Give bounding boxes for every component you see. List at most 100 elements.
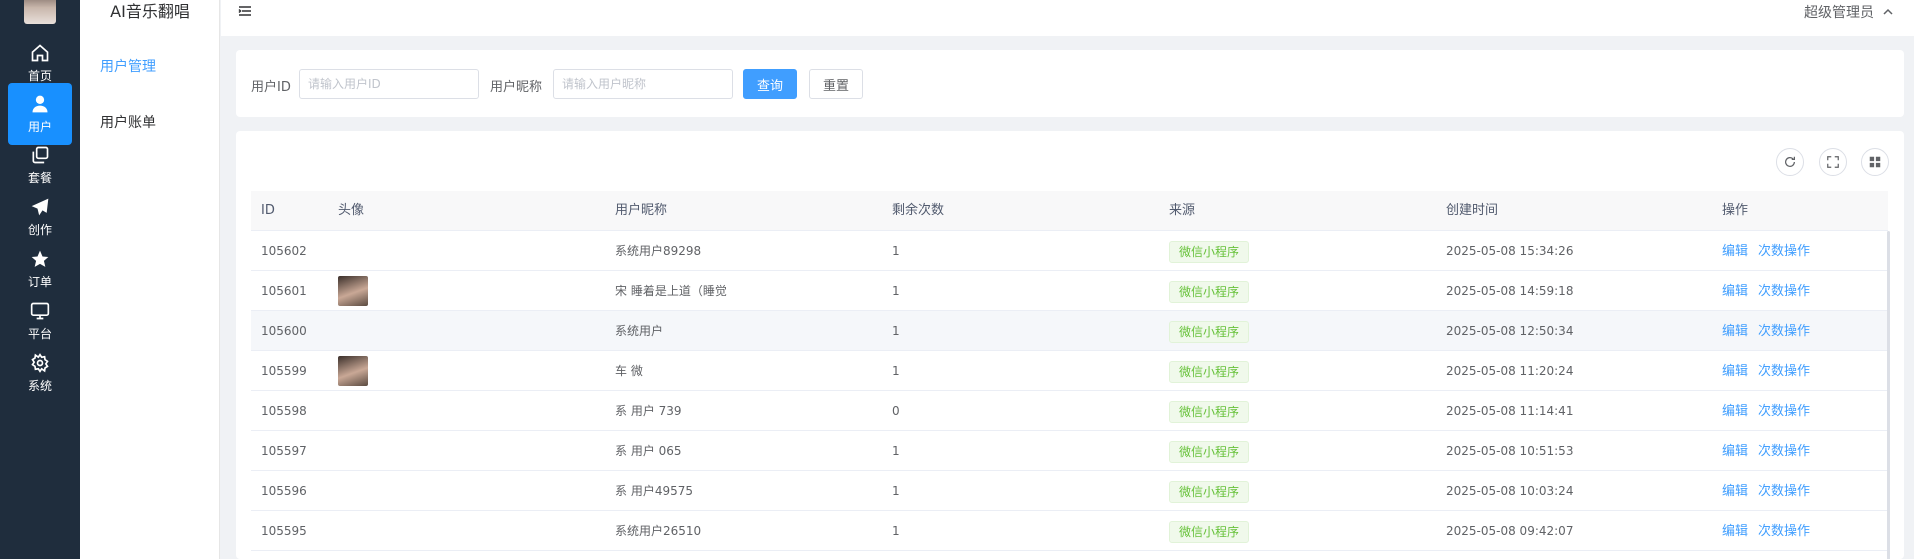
table-row[interactable]: 105602 系统用户89298 1 微信小程序 2025-05-08 15:34:26… bbox=[251, 231, 1888, 271]
grid-icon bbox=[1869, 156, 1881, 168]
edit-link[interactable]: 编辑 bbox=[1722, 364, 1748, 379]
edit-link[interactable]: 编辑 bbox=[1722, 444, 1748, 459]
table-row[interactable]: 105598 系 用户 739 0 微信小程序 2025-05-08 11:14:41 编… bbox=[251, 391, 1888, 431]
cell-count: 1 bbox=[892, 524, 900, 538]
table-row[interactable]: 105601 宋 睡着是上道（睡觉 1 微信小程序 2025-05-08 14:59:1… bbox=[251, 271, 1888, 311]
source-tag: 微信小程序 bbox=[1169, 320, 1250, 343]
source-tag: 微信小程序 bbox=[1169, 360, 1250, 383]
submenu-item-user-bills[interactable]: 用户账单 bbox=[100, 112, 156, 132]
rail-item-label: 套餐 bbox=[27, 170, 52, 185]
refresh-button[interactable] bbox=[1776, 148, 1804, 176]
user-id-input[interactable] bbox=[299, 69, 479, 99]
cell-nickname: 系统用户26510 bbox=[615, 524, 702, 538]
count-operation-link[interactable]: 次数操作 bbox=[1758, 524, 1810, 539]
cell-source: 微信小程序 bbox=[1169, 431, 1250, 471]
source-tag: 微信小程序 bbox=[1169, 400, 1250, 423]
search-form: 用户ID 用户昵称 查询 重置 bbox=[236, 50, 1904, 117]
count-operation-link[interactable]: 次数操作 bbox=[1758, 444, 1810, 459]
edit-link[interactable]: 编辑 bbox=[1722, 324, 1748, 339]
table-row[interactable]: 105600 系统用户 1 微信小程序 2025-05-08 12:50:34 编辑 次数操… bbox=[251, 311, 1888, 351]
rail-item-label: 首页 bbox=[27, 68, 52, 83]
cell-id: 105601 bbox=[261, 284, 307, 298]
edit-link[interactable]: 编辑 bbox=[1722, 284, 1748, 299]
cell-created-time: 2025-05-08 10:51:53 bbox=[1446, 444, 1574, 458]
edit-link[interactable]: 编辑 bbox=[1722, 244, 1748, 259]
columns-button[interactable] bbox=[1861, 148, 1889, 176]
app-title: AI音乐翻唱 bbox=[110, 2, 190, 21]
column-header: 剩余次数 bbox=[892, 203, 945, 218]
column-header: 用户昵称 bbox=[615, 203, 668, 218]
count-operation-link[interactable]: 次数操作 bbox=[1758, 364, 1810, 379]
cell-count: 1 bbox=[892, 484, 900, 498]
table-row[interactable]: 105595 系统用户26510 1 微信小程序 2025-05-08 09:42:07… bbox=[251, 511, 1888, 551]
nickname-label: 用户昵称 bbox=[490, 80, 543, 95]
edit-link[interactable]: 编辑 bbox=[1722, 404, 1748, 419]
user-table: ID 头像 用户昵称 剩余次数 来源 创建时间 操作 105602 系统用户892… bbox=[251, 191, 1888, 551]
cell-source: 微信小程序 bbox=[1169, 311, 1250, 351]
count-operation-link[interactable]: 次数操作 bbox=[1758, 484, 1810, 499]
count-operation-link[interactable]: 次数操作 bbox=[1758, 244, 1810, 259]
cell-id: 105599 bbox=[261, 364, 307, 378]
nickname-input[interactable] bbox=[553, 69, 733, 99]
cell-id: 105596 bbox=[261, 484, 307, 498]
user-avatar bbox=[338, 356, 368, 386]
user-avatar bbox=[338, 276, 368, 306]
cell-source: 微信小程序 bbox=[1169, 351, 1250, 391]
cell-nickname: 系统用户 bbox=[615, 324, 664, 338]
column-header: 头像 bbox=[338, 203, 365, 218]
rail-item-label: 创作 bbox=[27, 222, 52, 237]
menu-fold-icon[interactable] bbox=[237, 2, 253, 20]
cell-count: 1 bbox=[892, 444, 900, 458]
user-icon bbox=[32, 95, 48, 112]
cell-nickname: 宋 睡着是上道（睡觉 bbox=[615, 284, 727, 298]
source-tag: 微信小程序 bbox=[1169, 280, 1250, 303]
top-bar: 超级管理员 bbox=[221, 0, 1914, 36]
vertical-scrollbar[interactable] bbox=[1887, 231, 1890, 559]
reset-button[interactable]: 重置 bbox=[809, 69, 863, 99]
cell-created-time: 2025-05-08 09:42:07 bbox=[1446, 524, 1574, 538]
column-header: 操作 bbox=[1722, 203, 1749, 218]
source-tag: 微信小程序 bbox=[1169, 520, 1250, 543]
cell-count: 1 bbox=[892, 324, 900, 338]
submenu-item-user-management[interactable]: 用户管理 bbox=[100, 56, 156, 76]
cell-id: 105602 bbox=[261, 244, 307, 258]
avatar[interactable] bbox=[24, 0, 56, 24]
query-button[interactable]: 查询 bbox=[743, 69, 797, 99]
column-header: 来源 bbox=[1169, 203, 1196, 218]
cell-created-time: 2025-05-08 14:59:18 bbox=[1446, 284, 1574, 298]
cell-actions: 编辑 次数操作 bbox=[1722, 391, 1820, 431]
table-card: ID 头像 用户昵称 剩余次数 来源 创建时间 操作 105602 系统用户892… bbox=[236, 131, 1904, 559]
username: 超级管理员 bbox=[1804, 5, 1874, 21]
cell-actions: 编辑 次数操作 bbox=[1722, 271, 1820, 311]
cell-source: 微信小程序 bbox=[1169, 271, 1250, 311]
cell-actions: 编辑 次数操作 bbox=[1722, 511, 1820, 551]
count-operation-link[interactable]: 次数操作 bbox=[1758, 324, 1810, 339]
count-operation-link[interactable]: 次数操作 bbox=[1758, 284, 1810, 299]
edit-link[interactable]: 编辑 bbox=[1722, 484, 1748, 499]
cell-created-time: 2025-05-08 15:34:26 bbox=[1446, 244, 1574, 258]
source-tag: 微信小程序 bbox=[1169, 480, 1250, 503]
table-row[interactable]: 105597 系 用户 065 1 微信小程序 2025-05-08 10:51:53 编… bbox=[251, 431, 1888, 471]
cell-created-time: 2025-05-08 11:20:24 bbox=[1446, 364, 1574, 378]
refresh-icon bbox=[1785, 156, 1795, 167]
cell-nickname: 系 用户 065 bbox=[615, 444, 682, 458]
cell-source: 微信小程序 bbox=[1169, 391, 1250, 431]
edit-link[interactable]: 编辑 bbox=[1722, 524, 1748, 539]
cell-count: 0 bbox=[892, 404, 900, 418]
gear-icon bbox=[31, 352, 49, 373]
copy-icon bbox=[32, 146, 49, 163]
cell-actions: 编辑 次数操作 bbox=[1722, 431, 1820, 471]
rail-item-system[interactable]: 系统 bbox=[8, 342, 72, 404]
table-row[interactable]: 105599 车 微 1 微信小程序 2025-05-08 11:20:24 编辑 次数操作 bbox=[251, 351, 1888, 391]
user-menu[interactable]: 超级管理员 bbox=[1804, 2, 1894, 22]
table-row[interactable]: 105596 系 用户49575 1 微信小程序 2025-05-08 10:03:24… bbox=[251, 471, 1888, 511]
count-operation-link[interactable]: 次数操作 bbox=[1758, 404, 1810, 419]
user-id-label: 用户ID bbox=[251, 80, 291, 95]
rail-item-label: 平台 bbox=[27, 326, 52, 341]
send-icon bbox=[31, 198, 49, 215]
cell-id: 105595 bbox=[261, 524, 307, 538]
cell-id: 105600 bbox=[261, 324, 307, 338]
cell-source: 微信小程序 bbox=[1169, 231, 1250, 271]
fullscreen-button[interactable] bbox=[1819, 148, 1847, 176]
cell-created-time: 2025-05-08 10:03:24 bbox=[1446, 484, 1574, 498]
